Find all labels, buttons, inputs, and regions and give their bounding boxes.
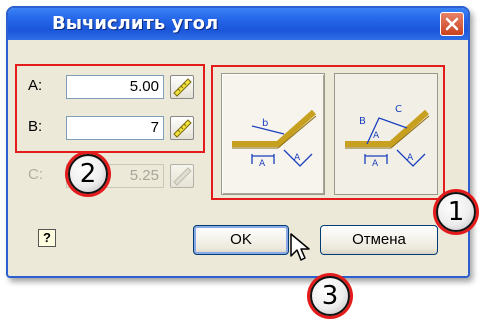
callout-badge-3: 3 — [310, 276, 350, 316]
mode-two-sides-button[interactable]: b A A — [221, 73, 325, 195]
diagram-label-a0: A — [373, 131, 380, 141]
callout-badge-1: 1 — [436, 192, 476, 232]
close-button[interactable] — [440, 12, 464, 36]
diagram-label-c: C — [395, 104, 402, 115]
diagram-label-a2: A — [407, 153, 414, 163]
ok-button[interactable]: OK — [193, 225, 289, 255]
fields-highlight-frame — [15, 64, 205, 153]
mode-three-sides-button[interactable]: B C A A A — [334, 73, 438, 195]
diagram-label-b: b — [262, 118, 268, 129]
measure-c-button — [170, 164, 194, 188]
cancel-button[interactable]: Отмена — [320, 225, 438, 255]
two-sides-diagram-icon: b A A — [232, 109, 317, 169]
callout-badge-2: 2 — [68, 154, 108, 194]
diagram-label-b: B — [359, 116, 366, 127]
dialog-title: Вычислить угол — [52, 13, 219, 34]
mouse-cursor-icon — [290, 233, 310, 261]
field-c-label: C: — [28, 166, 43, 183]
diagram-label-a1: A — [259, 159, 266, 169]
diagram-label-a1: A — [372, 159, 379, 169]
ruler-icon — [173, 167, 192, 186]
diagram-label-a2: A — [294, 153, 301, 163]
help-button[interactable]: ? — [38, 229, 56, 247]
title-bar[interactable]: Вычислить угол — [8, 8, 468, 40]
three-sides-diagram-icon: B C A A A — [345, 104, 430, 169]
close-icon — [445, 17, 459, 31]
